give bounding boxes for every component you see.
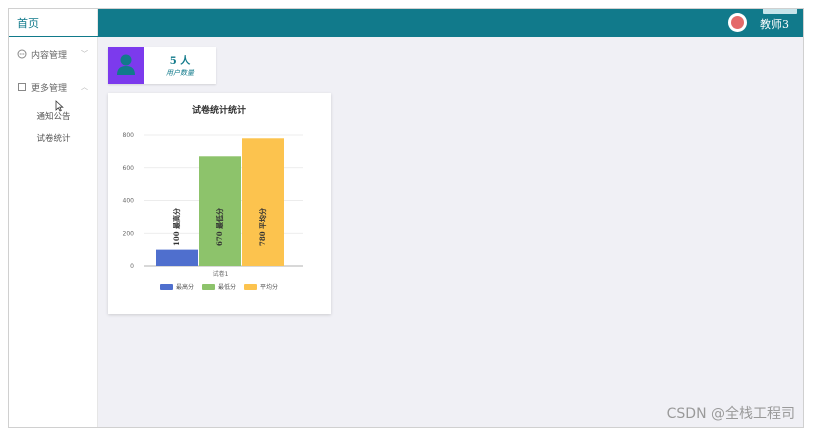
bar-data-label: 100 最高分 xyxy=(172,208,181,246)
sidebar-item-notice-label: 通知公告 xyxy=(36,112,71,122)
y-tick-label: 200 xyxy=(123,230,135,237)
header-badge xyxy=(763,9,797,14)
legend-label: 最高分 xyxy=(176,283,194,291)
app-frame: 首页 内容管理 ﹀ 更多管理 ︿ 通知公告 试卷统计 教师3 5 人 用户数量 … xyxy=(8,8,804,428)
user-count-value: 5 人 xyxy=(169,56,191,67)
chart-title: 试卷统计统计 xyxy=(192,104,246,116)
user-icon xyxy=(117,54,135,75)
mouse-cursor-icon xyxy=(55,97,64,116)
sidebar-item-notice[interactable]: 通知公告 xyxy=(9,110,98,122)
user-name[interactable]: 教师3 xyxy=(760,16,789,32)
watermark-text: CSDN @全栈工程司 xyxy=(666,406,795,422)
stat-icon-box xyxy=(108,47,144,84)
user-count-label: 用户数量 xyxy=(166,69,194,77)
exam-stats-chart: 试卷统计统计 0 200 400 600 800 100 最高分 670 最低分 780 平均分… xyxy=(123,104,303,291)
copy-icon xyxy=(17,82,27,92)
top-bar: 教师3 xyxy=(98,9,803,37)
sidebar-home-label: 首页 xyxy=(17,17,39,30)
y-tick-label: 400 xyxy=(123,198,135,205)
y-tick-label: 800 xyxy=(123,132,135,139)
sidebar-menu-more-label: 更多管理 xyxy=(31,83,68,94)
bar-最高分 xyxy=(156,249,198,266)
chevron-down-icon: ﹀ xyxy=(81,50,88,58)
chat-icon xyxy=(17,49,27,59)
sidebar-item-exam-stats-label: 试卷统计 xyxy=(36,134,71,144)
y-tick-label: 600 xyxy=(123,165,135,172)
bar-data-label: 670 最低分 xyxy=(215,208,224,246)
user-count-card: 5 人 用户数量 xyxy=(108,47,216,84)
legend-label: 平均分 xyxy=(260,283,278,291)
sidebar-menu-more[interactable]: 更多管理 ︿ xyxy=(9,77,98,97)
sidebar: 首页 内容管理 ﹀ 更多管理 ︿ 通知公告 试卷统计 xyxy=(9,9,98,427)
sidebar-item-home[interactable]: 首页 xyxy=(9,9,98,37)
exam-stats-chart-card: 试卷统计统计 0 200 400 600 800 100 最高分 670 最低分 780 平均分… xyxy=(108,93,331,314)
sidebar-menu-content-label: 内容管理 xyxy=(31,50,68,61)
x-tick-label: 试卷1 xyxy=(213,270,229,278)
bar-data-label: 780 平均分 xyxy=(258,208,267,246)
legend-swatch xyxy=(244,284,257,290)
avatar[interactable] xyxy=(728,13,747,32)
y-tick-label: 0 xyxy=(130,263,134,270)
chevron-up-icon: ︿ xyxy=(81,83,88,91)
sidebar-menu-content[interactable]: 内容管理 ﹀ xyxy=(9,44,98,64)
legend-swatch xyxy=(202,284,215,290)
sidebar-item-exam-stats[interactable]: 试卷统计 xyxy=(9,132,98,144)
legend-label: 最低分 xyxy=(218,283,236,291)
legend-swatch xyxy=(160,284,173,290)
